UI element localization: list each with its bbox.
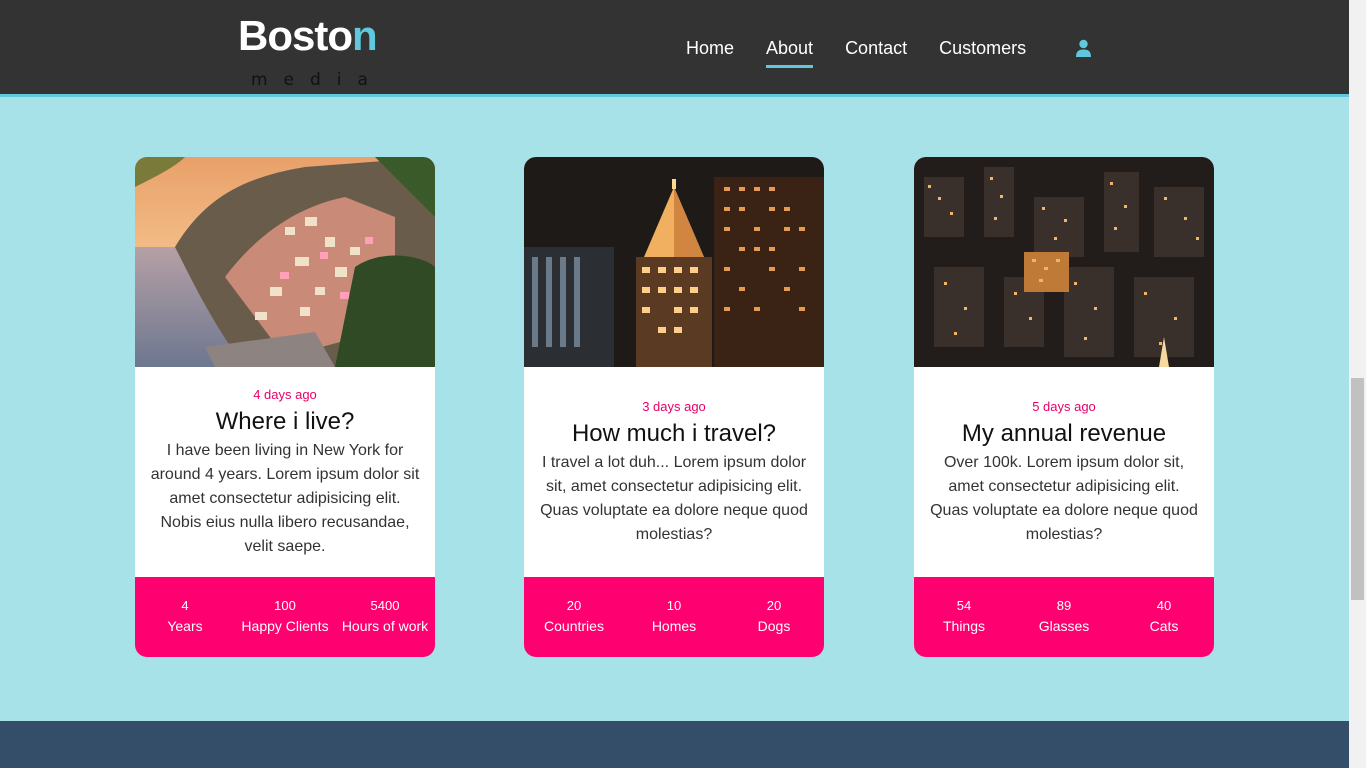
stat-value: 10 — [666, 598, 682, 613]
page-scrollbar[interactable] — [1349, 0, 1366, 768]
stat-item: 5400 Hours of work — [335, 598, 435, 636]
nav-home[interactable]: Home — [686, 36, 734, 68]
site-header: Boston media Home About Contact Customer… — [0, 0, 1349, 97]
stat-item: 20 Countries — [524, 598, 624, 636]
card-date: 5 days ago — [1032, 399, 1096, 414]
brand-name: Boston — [238, 12, 378, 59]
card-body: 3 days ago How much i travel? I travel a… — [524, 367, 824, 577]
main-nav: Home About Contact Customers — [686, 36, 1058, 76]
card-text: Over 100k. Lorem ipsum dolor sit, amet c… — [930, 454, 1198, 543]
card-how-much-i-travel: 3 days ago How much i travel? I travel a… — [524, 157, 824, 657]
card-body: 4 days ago Where i live? I have been liv… — [135, 367, 435, 577]
brand-logo[interactable]: Boston media — [238, 14, 388, 94]
card-title: Where i live? — [215, 408, 355, 435]
card-stats: 4 Years 100 Happy Clients 5400 Hours of … — [135, 577, 435, 657]
stat-item: 89 Glasses — [1014, 598, 1114, 636]
card-text: I have been living in New York for aroun… — [150, 442, 420, 555]
site-footer — [0, 721, 1349, 768]
stat-value: 100 — [274, 598, 296, 613]
night-skyscrapers-photo — [524, 157, 824, 367]
stat-item: 100 Happy Clients — [235, 598, 335, 636]
coastal-town-photo — [135, 157, 435, 367]
nav-about[interactable]: About — [766, 36, 814, 68]
stat-item: 4 Years — [135, 598, 235, 636]
stat-item: 40 Cats — [1114, 598, 1214, 636]
stat-item: 20 Dogs — [724, 598, 824, 636]
scrollbar-thumb[interactable] — [1351, 378, 1364, 600]
stat-label: Years — [167, 618, 203, 634]
stat-label: Dogs — [757, 618, 791, 634]
card-title: How much i travel? — [571, 420, 777, 447]
stat-value: 89 — [1056, 598, 1072, 613]
card-title: My annual revenue — [961, 420, 1167, 447]
stat-label: Homes — [651, 618, 697, 634]
card-stats: 54 Things 89 Glasses 40 Cats — [914, 577, 1214, 657]
stat-label: Countries — [544, 618, 604, 634]
brand-subtitle: media — [251, 70, 384, 90]
user-icon[interactable] — [1075, 39, 1092, 57]
stat-value: 4 — [181, 598, 189, 613]
nav-customers[interactable]: Customers — [939, 36, 1026, 68]
stat-item: 10 Homes — [624, 598, 724, 636]
card-stats: 20 Countries 10 Homes 20 Dogs — [524, 577, 824, 657]
stat-label: Things — [942, 618, 986, 634]
stat-label: Happy Clients — [241, 618, 329, 634]
stat-value: 20 — [766, 598, 782, 613]
stat-item: 54 Things — [914, 598, 1014, 636]
card-text: I travel a lot duh... Lorem ipsum dolor … — [540, 454, 808, 543]
stat-value: 54 — [956, 598, 972, 613]
stat-label: Hours of work — [341, 618, 429, 634]
nav-contact[interactable]: Contact — [845, 36, 907, 68]
stat-label: Cats — [1149, 618, 1179, 634]
card-my-annual-revenue: 5 days ago My annual revenue Over 100k. … — [914, 157, 1214, 657]
stat-label: Glasses — [1038, 618, 1090, 634]
stat-value: 40 — [1156, 598, 1172, 613]
card-body: 5 days ago My annual revenue Over 100k. … — [914, 367, 1214, 577]
card-date: 3 days ago — [642, 399, 706, 414]
stat-value: 5400 — [370, 598, 400, 613]
card-where-i-live: 4 days ago Where i live? I have been liv… — [135, 157, 435, 657]
card-date: 4 days ago — [253, 387, 317, 402]
stat-value: 20 — [566, 598, 582, 613]
city-night-aerial-photo — [914, 157, 1214, 367]
